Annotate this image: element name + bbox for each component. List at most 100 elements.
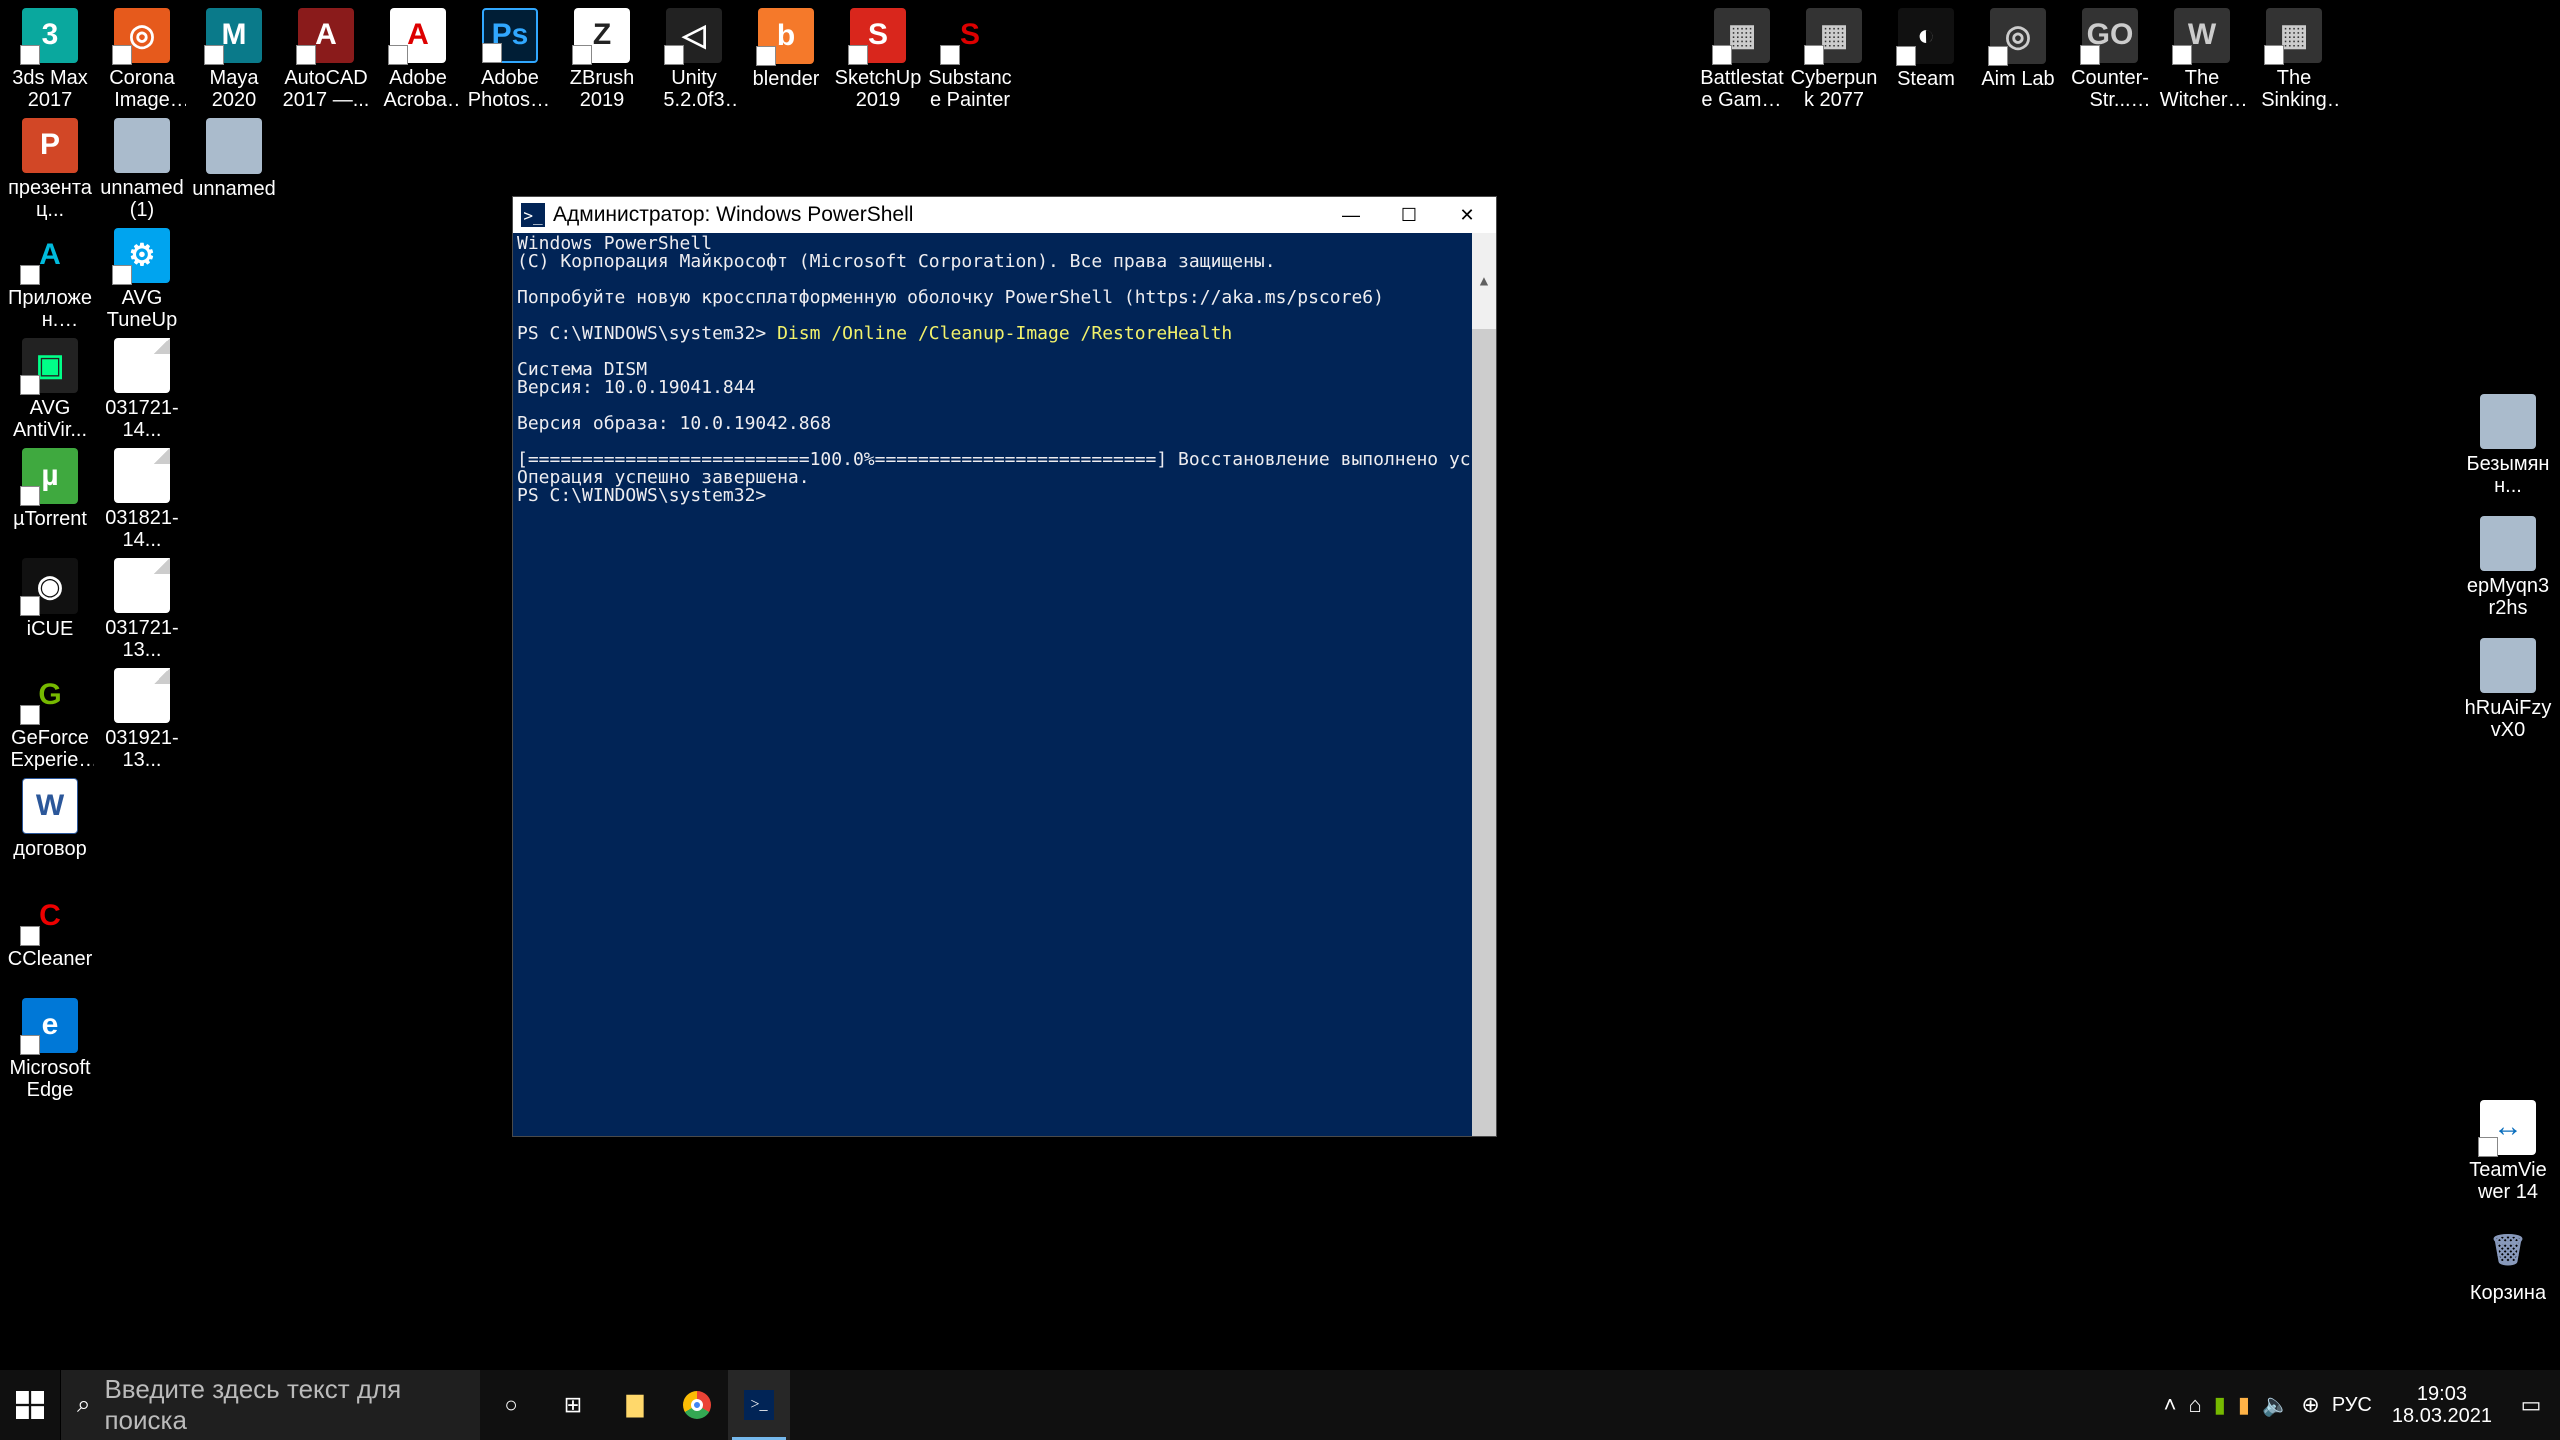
tray-avg-icon[interactable]: ▮ — [2238, 1392, 2250, 1418]
desktop-icon-label: The Witcher 3 Wild Hunt... — [2158, 67, 2246, 110]
tray-nvidia-icon[interactable]: ▮ — [2214, 1392, 2226, 1418]
file-explorer-button[interactable]: ▇ — [604, 1370, 666, 1440]
desktop-icon[interactable]: Pпрезентац... — [4, 114, 96, 224]
desktop-icon-label: Maya 2020 — [190, 67, 278, 110]
cortana-button[interactable]: ○ — [480, 1370, 542, 1440]
start-button[interactable] — [0, 1370, 60, 1440]
desktop-icon[interactable]: ▦Battlestate Games L... — [1696, 4, 1788, 114]
task-view-button[interactable]: ⊞ — [542, 1370, 604, 1440]
scrollbar-thumb[interactable] — [1472, 329, 1496, 1136]
desktop-icon[interactable]: AПриложен. Autodesk д... — [4, 224, 96, 334]
app-icon — [206, 118, 262, 174]
desktop-icon[interactable]: AAutoCAD 2017 —... — [280, 4, 372, 114]
scroll-up-icon[interactable]: ▲ — [1472, 269, 1496, 293]
desktop-icon[interactable]: CCCleaner — [4, 884, 96, 994]
desktop-icon-label: 031821-14... — [98, 507, 186, 550]
desktop-icon-label: презентац... — [6, 177, 94, 220]
tray-language[interactable]: РУС — [2332, 1394, 2372, 1417]
tray-clock[interactable]: 19:03 18.03.2021 — [2384, 1383, 2500, 1427]
app-icon: A — [298, 8, 354, 63]
desktop-icon[interactable]: Wдоговор — [4, 774, 96, 884]
tray-chevron-up-icon[interactable]: ˄ — [2164, 1392, 2177, 1418]
app-icon: ↔ — [2480, 1100, 2536, 1155]
desktop-icon[interactable]: 031821-14... — [96, 444, 188, 554]
desktop-icon[interactable]: epMyqn3r2hs — [2462, 512, 2554, 622]
app-icon: Ps — [482, 8, 538, 63]
tray-volume-icon[interactable]: 🔈 — [2262, 1392, 2289, 1418]
desktop-icon[interactable]: SSubstance Painter — [924, 4, 1016, 114]
app-icon: µ — [22, 448, 78, 504]
app-icon: ◎ — [114, 8, 170, 63]
desktop-icon[interactable]: eMicrosoft Edge — [4, 994, 96, 1104]
desktop-icon[interactable]: AAdobe Acrobat ... — [372, 4, 464, 114]
desktop-icon[interactable]: ◐Steam — [1880, 4, 1972, 114]
desktop-icon[interactable]: ◉iCUE — [4, 554, 96, 664]
app-icon: S — [942, 8, 998, 63]
desktop-icon-label: CCleaner — [8, 948, 92, 970]
desktop-icon[interactable]: unnamed — [188, 114, 280, 224]
app-icon: M — [206, 8, 262, 63]
app-icon — [2480, 394, 2536, 449]
app-icon: ▦ — [1714, 8, 1770, 63]
desktop-icon[interactable]: GGeForce Experience — [4, 664, 96, 774]
desktop-icon[interactable]: ◁Unity 5.2.0f3 (64-bit) — [648, 4, 740, 114]
action-center-icon[interactable]: ▭ — [2512, 1392, 2550, 1418]
desktop-icon[interactable]: ↔TeamViewer 14 — [2462, 1096, 2554, 1206]
desktop-icon[interactable]: ◎Corona Image Editor — [96, 4, 188, 114]
desktop-icon[interactable]: 🗑Корзина — [2462, 1218, 2554, 1328]
desktop-icon-label: Steam — [1897, 68, 1955, 90]
desktop-icon-label: договор — [13, 838, 86, 860]
app-icon: A — [390, 8, 446, 63]
desktop-icon-label: 3ds Max 2017 — [6, 67, 94, 110]
powershell-console[interactable]: Windows PowerShell (C) Корпорация Майкро… — [513, 233, 1496, 1136]
app-icon — [114, 118, 170, 173]
app-icon — [2480, 638, 2536, 693]
app-icon: S — [850, 8, 906, 63]
desktop-icon[interactable]: WThe Witcher 3 Wild Hunt... — [2156, 4, 2248, 114]
desktop-icon[interactable]: unnamed (1) — [96, 114, 188, 224]
chrome-button[interactable] — [666, 1370, 728, 1440]
desktop-icon[interactable]: Безымянн... — [2462, 390, 2554, 500]
tray-date: 18.03.2021 — [2392, 1405, 2492, 1427]
app-icon: W — [22, 778, 78, 834]
close-button[interactable]: ✕ — [1438, 197, 1496, 233]
desktop-icon[interactable]: PsAdobe Photosho... — [464, 4, 556, 114]
window-titlebar[interactable]: >_ Администратор: Windows PowerShell — ☐… — [513, 197, 1496, 233]
desktop-icon[interactable]: ▦The Sinking City — [2248, 4, 2340, 114]
app-icon: ◁ — [666, 8, 722, 63]
desktop-icon[interactable]: ▣AVG AntiVir... — [4, 334, 96, 444]
maximize-button[interactable]: ☐ — [1380, 197, 1438, 233]
scrollbar[interactable]: ▲ ▼ — [1472, 233, 1496, 1136]
minimize-button[interactable]: — — [1322, 197, 1380, 233]
desktop-icon[interactable]: hRuAiFzyvX0 — [2462, 634, 2554, 744]
app-icon: ◉ — [22, 558, 78, 614]
desktop-icon-label: unnamed — [192, 178, 275, 200]
app-icon: ⚙ — [114, 228, 170, 283]
desktop-icon-label: 031921-13... — [98, 727, 186, 770]
powershell-window: >_ Администратор: Windows PowerShell — ☐… — [513, 197, 1496, 1136]
desktop-icon[interactable]: µµTorrent — [4, 444, 96, 554]
desktop-icon-label: The Sinking City — [2250, 67, 2338, 110]
desktop-icon[interactable]: 031721-13... — [96, 554, 188, 664]
desktop-icon[interactable]: ZZBrush 2019 — [556, 4, 648, 114]
desktop-icon[interactable]: GOCounter-Str... Global Offe... — [2064, 4, 2156, 114]
desktop-icon[interactable]: MMaya 2020 — [188, 4, 280, 114]
taskbar-search[interactable]: ⌕ Введите здесь текст для поиска — [60, 1370, 480, 1440]
tray-network-icon[interactable]: ⊕ — [2301, 1392, 2319, 1418]
tray-meet-now-icon[interactable]: ⌂ — [2188, 1392, 2201, 1418]
desktop-icon-label: hRuAiFzyvX0 — [2464, 697, 2552, 740]
desktop-icon[interactable]: 031721-14... — [96, 334, 188, 444]
system-tray: ˄ ⌂ ▮ ▮ 🔈 ⊕ РУС 19:03 18.03.2021 ▭ — [2154, 1370, 2560, 1440]
desktop-icon[interactable]: ▦Cyberpunk 2077 — [1788, 4, 1880, 114]
desktop-icon-label: 031721-14... — [98, 397, 186, 440]
desktop-icon[interactable]: 031921-13... — [96, 664, 188, 774]
powershell-button[interactable]: >_ — [728, 1370, 790, 1440]
desktop-icon[interactable]: ◎Aim Lab — [1972, 4, 2064, 114]
tray-time: 19:03 — [2417, 1383, 2467, 1405]
desktop-icon[interactable]: ⚙AVG TuneUp — [96, 224, 188, 334]
desktop-icon[interactable]: bblender — [740, 4, 832, 114]
windows-icon — [16, 1391, 44, 1419]
app-icon: GO — [2082, 8, 2138, 63]
desktop-icon[interactable]: SSketchUp 2019 — [832, 4, 924, 114]
desktop-icon[interactable]: 33ds Max 2017 — [4, 4, 96, 114]
